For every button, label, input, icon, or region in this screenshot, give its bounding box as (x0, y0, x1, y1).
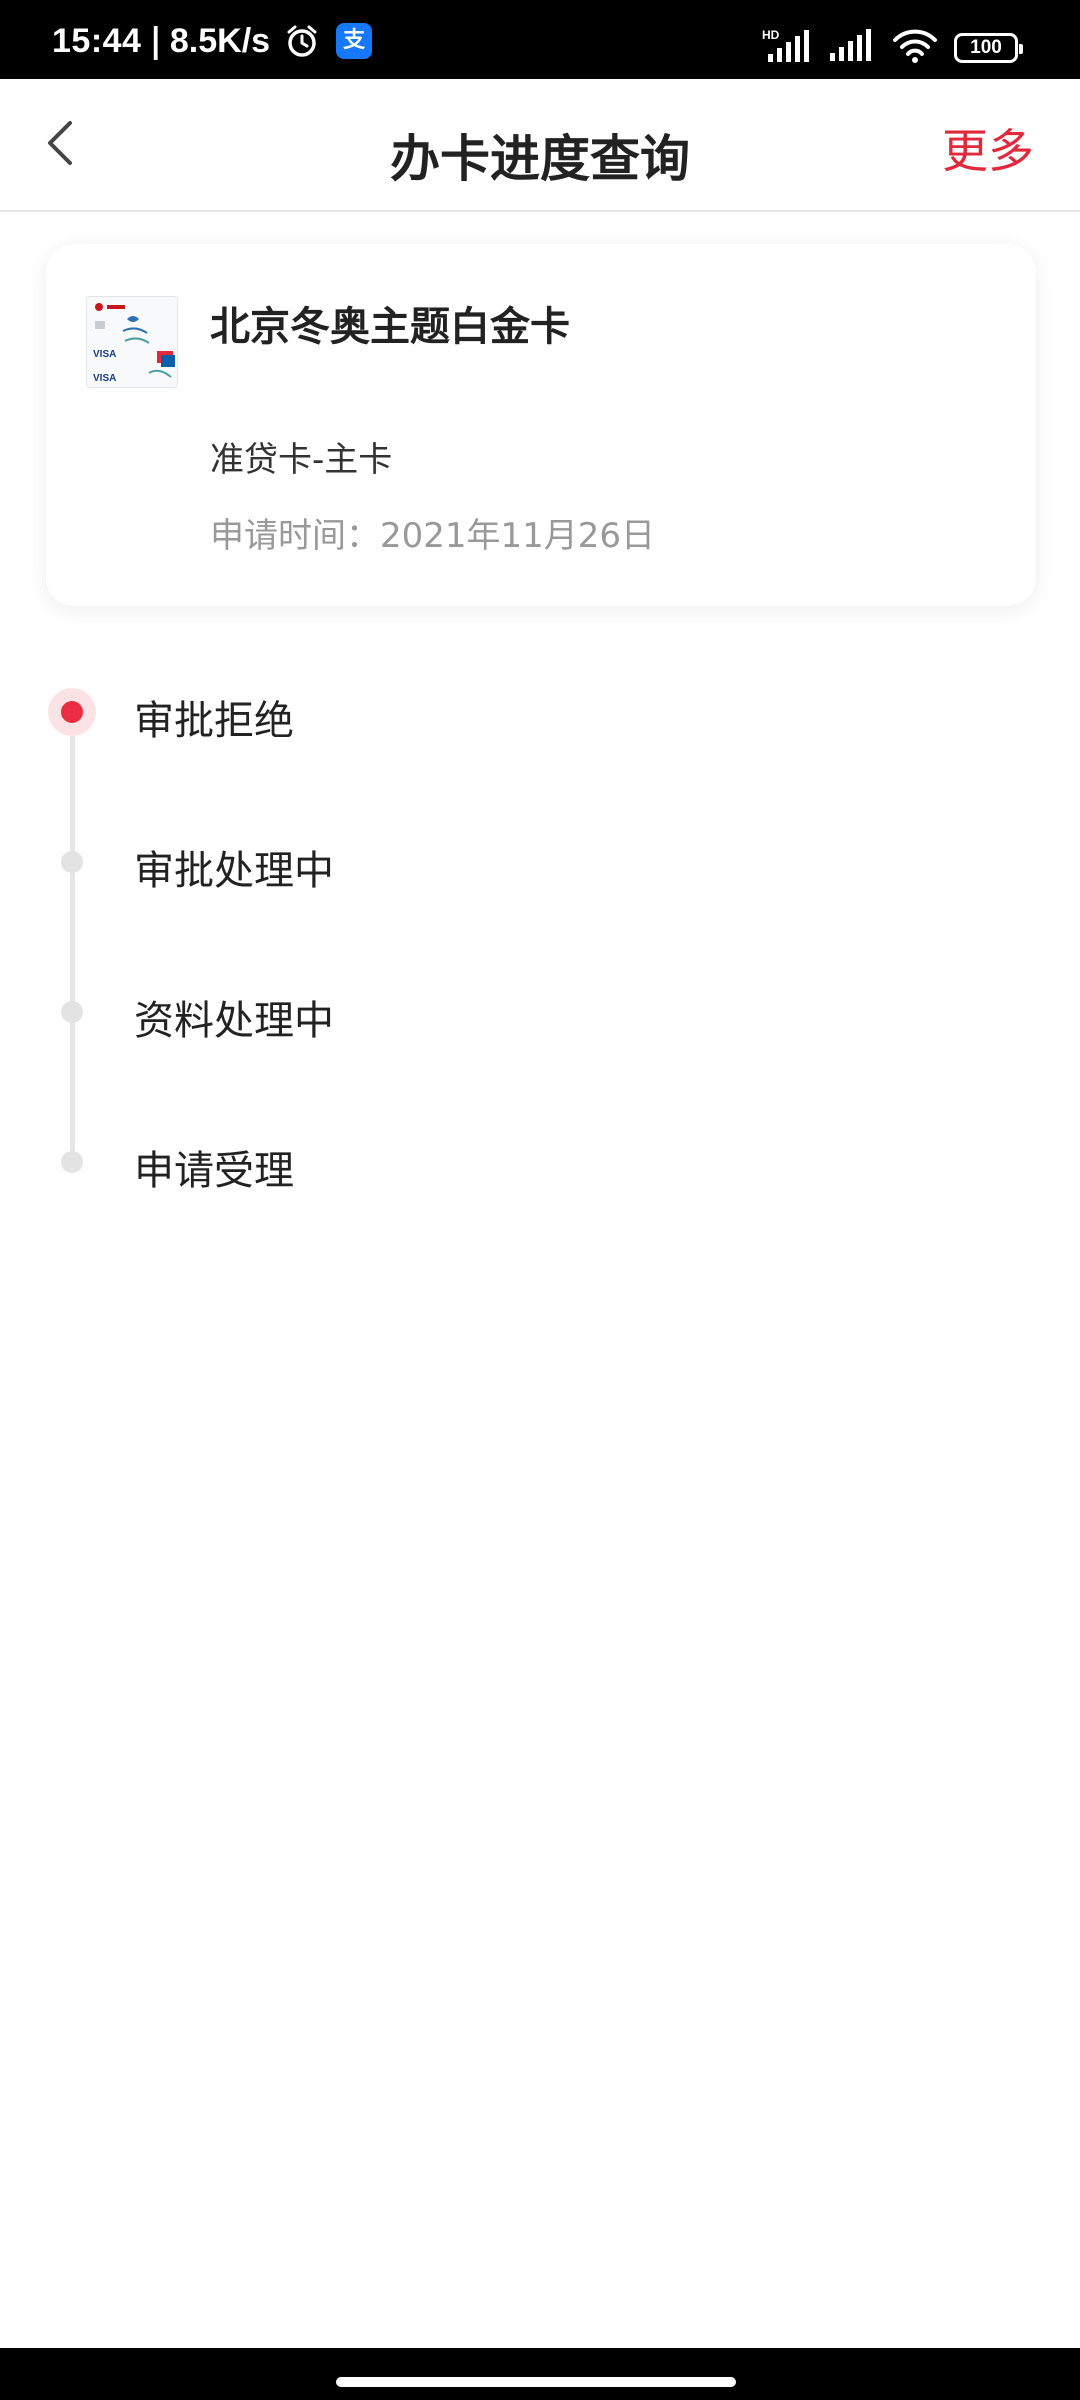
timeline-step-label: 审批拒绝 (134, 698, 294, 744)
status-time: 15:44 (52, 21, 142, 60)
timeline-step-documents: 资料处理中 (0, 972, 1080, 1052)
status-separator: | (149, 21, 162, 61)
timeline-line (70, 714, 75, 1164)
signal-icon (828, 29, 876, 67)
card-name: 北京冬奥主题白金卡 (210, 304, 570, 350)
more-button[interactable]: 更多 (942, 115, 1034, 181)
timeline-step-label: 审批处理中 (134, 848, 334, 894)
card-info-panel: VISA VISA 北京冬奥主题白金卡 准贷卡-主卡 申请时间：2021年11月… (46, 244, 1036, 606)
system-nav-bar (0, 2348, 1080, 2400)
timeline-step-label: 申请受理 (134, 1148, 294, 1194)
credit-card-thumbnail: VISA VISA (86, 296, 178, 388)
wifi-icon (892, 28, 938, 68)
page-title: 办卡进度查询 (390, 130, 690, 188)
status-bar: 15:44 | 8.5K/s 支 HD 100 (0, 0, 1080, 79)
app-header: 办卡进度查询 更多 (0, 79, 1080, 212)
battery-level: 100 (970, 37, 1002, 58)
battery-icon: 100 (954, 33, 1023, 63)
timeline-step-accepted: 申请受理 (0, 1122, 1080, 1202)
timeline-active-dot-icon (48, 688, 96, 736)
status-bar-right: HD 100 (762, 28, 1023, 68)
alipay-icon: 支 (336, 23, 373, 59)
svg-text:VISA: VISA (93, 373, 116, 384)
apply-date: 申请时间：2021年11月26日 (210, 516, 656, 556)
svg-text:VISA: VISA (93, 349, 116, 360)
timeline-dot-icon (61, 1151, 83, 1173)
timeline-dot-icon (61, 1001, 83, 1023)
timeline-step-rejected: 审批拒绝 (0, 672, 1080, 752)
status-bar-left: 15:44 | 8.5K/s 支 (52, 21, 373, 61)
network-speed: 8.5K/s (169, 21, 271, 60)
alarm-icon (284, 23, 320, 59)
timeline-step-reviewing: 审批处理中 (0, 822, 1080, 902)
hd-signal-icon: HD (762, 28, 812, 68)
progress-timeline: 审批拒绝 审批处理中 资料处理中 申请受理 (0, 650, 1080, 1210)
home-indicator[interactable] (336, 2377, 736, 2387)
svg-text:HD: HD (762, 28, 780, 42)
timeline-dot-icon (61, 851, 83, 873)
timeline-step-label: 资料处理中 (134, 998, 334, 1044)
card-type: 准贷卡-主卡 (210, 440, 393, 480)
